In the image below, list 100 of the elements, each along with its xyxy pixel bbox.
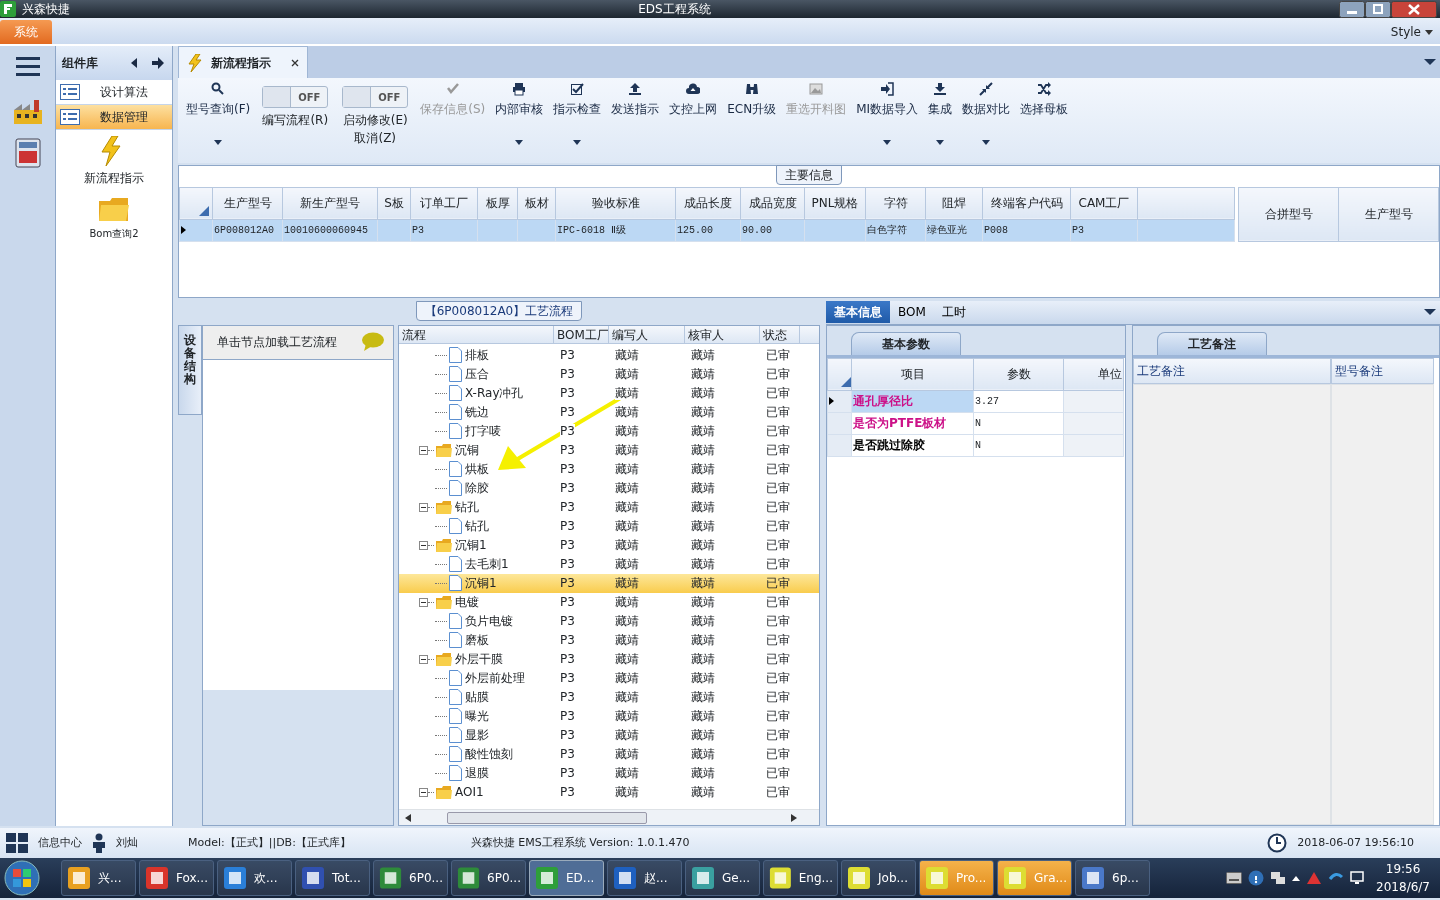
tab[interactable]: BOM: [890, 301, 934, 324]
tree-row[interactable]: 酸性蚀刻 P3 藏靖 藏靖 已审: [399, 744, 819, 764]
collapse-icon[interactable]: [419, 540, 428, 550]
toolbar-button[interactable]: 数据对比: [958, 78, 1015, 163]
tree-row[interactable]: 沉铜1 P3 藏靖 藏靖 已审: [399, 535, 819, 555]
taskbar-button[interactable]: 兴...: [61, 860, 136, 896]
toolbar-button[interactable]: 内部审核: [491, 78, 548, 163]
collapse-icon[interactable]: [419, 597, 428, 607]
taskbar-button[interactable]: 6P0...: [373, 860, 448, 896]
column-header[interactable]: 生产型号: [1338, 187, 1439, 242]
toggle-switch[interactable]: OFF: [342, 86, 409, 108]
tree-row[interactable]: 显影 P3 藏靖 藏靖 已审: [399, 725, 819, 745]
column-header[interactable]: BOM工厂: [554, 325, 609, 343]
toolbar-button[interactable]: 发送指示: [607, 78, 664, 163]
info-center-link[interactable]: 信息中心: [38, 834, 82, 852]
restore-icon[interactable]: [1365, 0, 1391, 18]
toolbar-button[interactable]: MI数据导入: [852, 78, 923, 163]
toolbar-button[interactable]: 集成: [924, 78, 957, 163]
close-icon[interactable]: [1391, 0, 1437, 18]
column-header[interactable]: 单位: [1063, 358, 1124, 391]
scrollbar-thumb[interactable]: [447, 811, 647, 824]
column-header[interactable]: CAM工厂: [1070, 187, 1138, 220]
column-header[interactable]: 合拼型号: [1238, 187, 1339, 242]
column-header[interactable]: 成品长度: [675, 187, 741, 220]
tree-row[interactable]: 沉铜 P3 藏靖 藏靖 已审: [399, 440, 819, 460]
keyboard-icon[interactable]: [1226, 872, 1243, 884]
taskbar-button[interactable]: Ge...: [685, 860, 760, 896]
tree-row[interactable]: 外层前处理 P3 藏靖 藏靖 已审: [399, 668, 819, 688]
collapse-icon[interactable]: [419, 445, 428, 455]
toolbar-button[interactable]: 型号查询(F): [182, 78, 255, 163]
tree-row[interactable]: 曝光 P3 藏靖 藏靖 已审: [399, 706, 819, 726]
start-button[interactable]: [4, 860, 40, 896]
grid-icon[interactable]: [6, 833, 28, 853]
dropdown-icon[interactable]: [1424, 308, 1436, 317]
dropdown-icon[interactable]: [1424, 28, 1434, 36]
tab[interactable]: 工艺备注: [1157, 331, 1267, 355]
column-header[interactable]: PNL规格: [804, 187, 866, 220]
column-header[interactable]: 状态: [760, 325, 800, 343]
table-row[interactable]: 通孔厚径比 3.27: [827, 390, 1124, 413]
tree-row[interactable]: AOI1 P3 藏靖 藏靖 已审: [399, 782, 819, 802]
taskbar-button[interactable]: 赵...: [607, 860, 682, 896]
column-header[interactable]: 订单工厂: [410, 187, 478, 220]
minimize-icon[interactable]: [1339, 0, 1365, 18]
tab[interactable]: 基本信息: [826, 301, 890, 324]
column-header[interactable]: 项目: [851, 358, 974, 391]
tree-row[interactable]: 铣边 P3 藏靖 藏靖 已审: [399, 402, 819, 422]
tree-row[interactable]: X-Ray冲孔 P3 藏靖 藏靖 已审: [399, 383, 819, 403]
monitor-icon[interactable]: [1350, 871, 1365, 885]
column-header[interactable]: 成品宽度: [740, 187, 805, 220]
column-header[interactable]: 阻焊: [925, 187, 983, 220]
column-header[interactable]: S板: [377, 187, 411, 220]
chevron-up-icon[interactable]: [1292, 875, 1301, 881]
tree-row[interactable]: 外层干膜 P3 藏靖 藏靖 已审: [399, 649, 819, 669]
tree-row[interactable]: 钻孔 P3 藏靖 藏靖 已审: [399, 497, 819, 517]
toolbar-button[interactable]: 选择母板: [1016, 78, 1073, 163]
collapse-icon[interactable]: [419, 502, 428, 512]
tree-row[interactable]: 磨板 P3 藏靖 藏靖 已审: [399, 630, 819, 650]
toggle-switch[interactable]: OFF: [262, 86, 329, 108]
tree-row[interactable]: 排板 P3 藏靖 藏靖 已审: [399, 345, 819, 365]
column-header[interactable]: 终端客户代码: [982, 187, 1071, 220]
column-header[interactable]: 验收标准: [555, 187, 676, 220]
toolbar-button[interactable]: 指示检查: [549, 78, 606, 163]
tree-row[interactable]: 压合 P3 藏靖 藏靖 已审: [399, 364, 819, 384]
column-header[interactable]: 编写人: [609, 325, 685, 343]
column-header[interactable]: 型号备注: [1331, 357, 1434, 384]
tree-row[interactable]: 贴膜 P3 藏靖 藏靖 已审: [399, 687, 819, 707]
column-header[interactable]: 板厚: [477, 187, 518, 220]
component-item[interactable]: 数据管理: [56, 105, 172, 130]
tree-row[interactable]: 钻孔 P3 藏靖 藏靖 已审: [399, 516, 819, 536]
collapse-icon[interactable]: [419, 787, 428, 797]
taskbar-button[interactable]: Tot...: [295, 860, 370, 896]
calculator-icon[interactable]: [13, 138, 42, 168]
table-row[interactable]: 是否跳过除胶 N: [827, 434, 1124, 457]
table-row[interactable]: 是否为PTFE板材 N: [827, 412, 1124, 435]
collapse-icon[interactable]: [419, 654, 428, 664]
taskbar-button[interactable]: 6P0...: [451, 860, 526, 896]
menu-icon[interactable]: [15, 56, 40, 76]
document-tab[interactable]: 新流程指示: [178, 46, 308, 78]
collapse-left-icon[interactable]: [130, 58, 138, 68]
column-header[interactable]: 新生产型号: [282, 187, 378, 220]
tree-row[interactable]: 去毛刺1 P3 藏靖 藏靖 已审: [399, 554, 819, 574]
taskbar-clock[interactable]: 19:56 2018/6/7: [1376, 860, 1430, 896]
taskbar-button[interactable]: Fox...: [139, 860, 214, 896]
tree-row[interactable]: 退膜 P3 藏靖 藏靖 已审: [399, 763, 819, 783]
tree-row[interactable]: 沉铜1 P3 藏靖 藏靖 已审: [399, 573, 819, 593]
tree-row[interactable]: 负片电镀 P3 藏靖 藏靖 已审: [399, 611, 819, 631]
side-tab[interactable]: 设备结构: [178, 324, 202, 415]
tab[interactable]: 工时: [933, 301, 974, 324]
taskbar-button[interactable]: Eng...: [763, 860, 838, 896]
column-header[interactable]: 参数: [973, 358, 1064, 391]
close-icon[interactable]: [291, 58, 299, 67]
column-header[interactable]: 流程: [399, 325, 554, 343]
scroll-left-icon[interactable]: [405, 813, 411, 822]
tree-row[interactable]: 电镀 P3 藏靖 藏靖 已审: [399, 592, 819, 612]
toolbar-button[interactable]: 文控上网: [665, 78, 722, 163]
style-menu[interactable]: Style: [1390, 23, 1421, 41]
taskbar-button[interactable]: Job...: [841, 860, 916, 896]
column-header[interactable]: 生产型号: [212, 187, 283, 220]
toolbar-button[interactable]: ECN升级: [723, 78, 781, 163]
taskbar-button[interactable]: 欢...: [217, 860, 292, 896]
